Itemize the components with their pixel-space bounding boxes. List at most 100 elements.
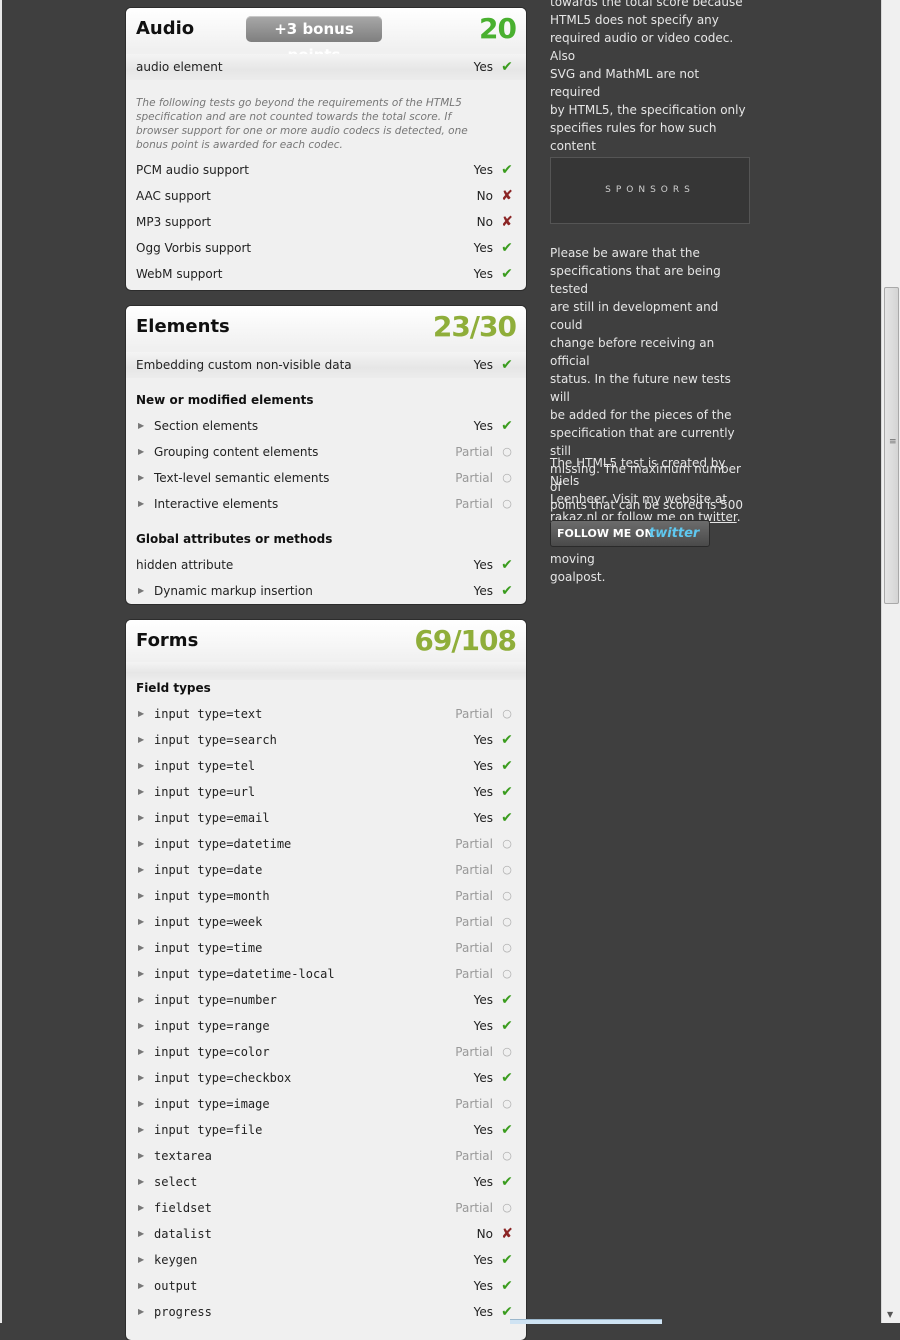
field-type-row[interactable]: ▶ input type=file Yes ✔ bbox=[126, 1117, 526, 1143]
element-test-row[interactable]: ▶ Text-level semantic elements Partial ○ bbox=[126, 465, 526, 491]
sidebar-line: are still in development and could bbox=[550, 300, 719, 332]
scroll-down-arrow-icon[interactable]: ▼ bbox=[887, 1310, 893, 1319]
expand-arrow-icon[interactable]: ▶ bbox=[138, 1299, 144, 1325]
test-result: No bbox=[476, 1227, 493, 1241]
audio-title: Audio bbox=[136, 18, 195, 39]
sidebar-line: HTML5 does not specify any bbox=[550, 13, 719, 27]
field-type-row[interactable]: ▶ input type=datetime-local Partial ○ bbox=[126, 961, 526, 987]
check-icon: ✔ bbox=[501, 1252, 513, 1268]
field-type-row[interactable]: ▶ textarea Partial ○ bbox=[126, 1143, 526, 1169]
bottom-popup-edge bbox=[510, 1319, 662, 1324]
field-type-row[interactable]: ▶ select Yes ✔ bbox=[126, 1169, 526, 1195]
test-label: input type=datetime bbox=[154, 837, 292, 851]
forms-score: 69/108 bbox=[414, 624, 517, 657]
audio-codec-row: PCM audio support Yes ✔ bbox=[126, 157, 526, 183]
expand-arrow-icon[interactable]: ▶ bbox=[138, 1273, 144, 1299]
expand-arrow-icon[interactable]: ▶ bbox=[138, 1169, 144, 1195]
sidebar-line: Please be aware that the bbox=[550, 246, 700, 260]
field-type-row[interactable]: ▶ keygen Yes ✔ bbox=[126, 1247, 526, 1273]
field-type-row[interactable]: ▶ input type=date Partial ○ bbox=[126, 857, 526, 883]
expand-arrow-icon[interactable]: ▶ bbox=[138, 987, 144, 1013]
test-result: Yes bbox=[473, 267, 493, 281]
test-label: input type=file bbox=[154, 1123, 263, 1137]
field-type-row[interactable]: ▶ output Yes ✔ bbox=[126, 1273, 526, 1299]
expand-arrow-icon[interactable]: ▶ bbox=[138, 1117, 144, 1143]
check-icon: ✔ bbox=[501, 1278, 513, 1294]
expand-arrow-icon[interactable]: ▶ bbox=[138, 465, 144, 491]
global-attribute-row[interactable]: ▶ Dynamic markup insertion Yes ✔ bbox=[126, 578, 526, 604]
expand-arrow-icon[interactable]: ▶ bbox=[138, 883, 144, 909]
expand-arrow-icon[interactable]: ▶ bbox=[138, 935, 144, 961]
field-type-row[interactable]: ▶ datalist No ✘ bbox=[126, 1221, 526, 1247]
expand-arrow-icon[interactable]: ▶ bbox=[138, 961, 144, 987]
audio-codec-row: MP3 support No ✘ bbox=[126, 209, 526, 235]
vertical-scrollbar[interactable]: ≡ ▼ bbox=[881, 0, 900, 1323]
expand-arrow-icon[interactable]: ▶ bbox=[138, 1247, 144, 1273]
forms-title: Forms bbox=[136, 630, 199, 651]
expand-arrow-icon[interactable]: ▶ bbox=[138, 413, 144, 439]
field-type-row[interactable]: ▶ input type=week Partial ○ bbox=[126, 909, 526, 935]
element-test-row[interactable]: ▶ Grouping content elements Partial ○ bbox=[126, 439, 526, 465]
expand-arrow-icon[interactable]: ▶ bbox=[138, 779, 144, 805]
expand-arrow-icon[interactable]: ▶ bbox=[138, 831, 144, 857]
sponsors-box[interactable]: SPONSORS bbox=[550, 157, 750, 224]
test-label: output bbox=[154, 1279, 198, 1293]
field-type-row[interactable]: ▶ input type=time Partial ○ bbox=[126, 935, 526, 961]
sidebar-credit-text: The HTML5 test is created by Niels Leenh… bbox=[550, 454, 750, 526]
cross-icon: ✘ bbox=[501, 214, 513, 230]
check-icon: ✔ bbox=[501, 357, 513, 373]
field-type-row[interactable]: ▶ input type=email Yes ✔ bbox=[126, 805, 526, 831]
field-type-row[interactable]: ▶ input type=color Partial ○ bbox=[126, 1039, 526, 1065]
field-type-row[interactable]: ▶ input type=number Yes ✔ bbox=[126, 987, 526, 1013]
expand-arrow-icon[interactable]: ▶ bbox=[138, 727, 144, 753]
field-type-row[interactable]: ▶ input type=checkbox Yes ✔ bbox=[126, 1065, 526, 1091]
field-type-row[interactable]: ▶ input type=image Partial ○ bbox=[126, 1091, 526, 1117]
audio-element-row: audio element Yes ✔ bbox=[126, 54, 526, 80]
check-icon: ✔ bbox=[501, 1018, 513, 1034]
test-result: Partial bbox=[455, 1097, 493, 1111]
custom-data-row: Embedding custom non-visible data Yes ✔ bbox=[126, 352, 526, 378]
field-type-row[interactable]: ▶ input type=search Yes ✔ bbox=[126, 727, 526, 753]
expand-arrow-icon[interactable]: ▶ bbox=[138, 439, 144, 465]
expand-arrow-icon[interactable]: ▶ bbox=[138, 1013, 144, 1039]
new-elements-heading: New or modified elements bbox=[136, 393, 314, 407]
expand-arrow-icon[interactable]: ▶ bbox=[138, 857, 144, 883]
expand-arrow-icon[interactable]: ▶ bbox=[138, 1065, 144, 1091]
expand-arrow-icon[interactable]: ▶ bbox=[138, 909, 144, 935]
expand-arrow-icon[interactable]: ▶ bbox=[138, 1221, 144, 1247]
field-type-row[interactable]: ▶ input type=url Yes ✔ bbox=[126, 779, 526, 805]
circle-icon: ○ bbox=[502, 1097, 512, 1110]
expand-arrow-icon[interactable]: ▶ bbox=[138, 1143, 144, 1169]
elements-title: Elements bbox=[136, 316, 230, 337]
test-label: input type=range bbox=[154, 1019, 270, 1033]
field-type-row[interactable]: ▶ input type=datetime Partial ○ bbox=[126, 831, 526, 857]
check-icon: ✔ bbox=[501, 992, 513, 1008]
test-label: AAC support bbox=[136, 189, 211, 203]
test-result: Yes bbox=[473, 358, 493, 372]
expand-arrow-icon[interactable]: ▶ bbox=[138, 701, 144, 727]
element-test-row[interactable]: ▶ Section elements Yes ✔ bbox=[126, 413, 526, 439]
expand-arrow-icon[interactable]: ▶ bbox=[138, 1195, 144, 1221]
field-type-row[interactable]: ▶ input type=text Partial ○ bbox=[126, 701, 526, 727]
field-type-row[interactable]: ▶ fieldset Partial ○ bbox=[126, 1195, 526, 1221]
test-label: textarea bbox=[154, 1149, 212, 1163]
expand-arrow-icon[interactable]: ▶ bbox=[138, 578, 144, 604]
sidebar-line: change before receiving an official bbox=[550, 336, 715, 368]
expand-arrow-icon[interactable]: ▶ bbox=[138, 491, 144, 517]
field-type-row[interactable]: ▶ input type=month Partial ○ bbox=[126, 883, 526, 909]
scrollbar-thumb[interactable]: ≡ bbox=[884, 287, 899, 604]
test-result: Yes bbox=[473, 60, 493, 74]
test-result: Yes bbox=[473, 1071, 493, 1085]
field-type-row[interactable]: ▶ input type=tel Yes ✔ bbox=[126, 753, 526, 779]
expand-arrow-icon[interactable]: ▶ bbox=[138, 1091, 144, 1117]
follow-me-on-twitter-button[interactable]: FOLLOW ME ON twitter bbox=[550, 520, 710, 547]
check-icon: ✔ bbox=[501, 1070, 513, 1086]
element-test-row[interactable]: ▶ Interactive elements Partial ○ bbox=[126, 491, 526, 517]
field-type-row[interactable]: ▶ progress Yes ✔ bbox=[126, 1299, 526, 1325]
sidebar-line: towards the total score because bbox=[550, 0, 743, 9]
expand-arrow-icon[interactable]: ▶ bbox=[138, 1039, 144, 1065]
circle-icon: ○ bbox=[502, 497, 512, 510]
expand-arrow-icon[interactable]: ▶ bbox=[138, 753, 144, 779]
field-type-row[interactable]: ▶ input type=range Yes ✔ bbox=[126, 1013, 526, 1039]
expand-arrow-icon[interactable]: ▶ bbox=[138, 805, 144, 831]
